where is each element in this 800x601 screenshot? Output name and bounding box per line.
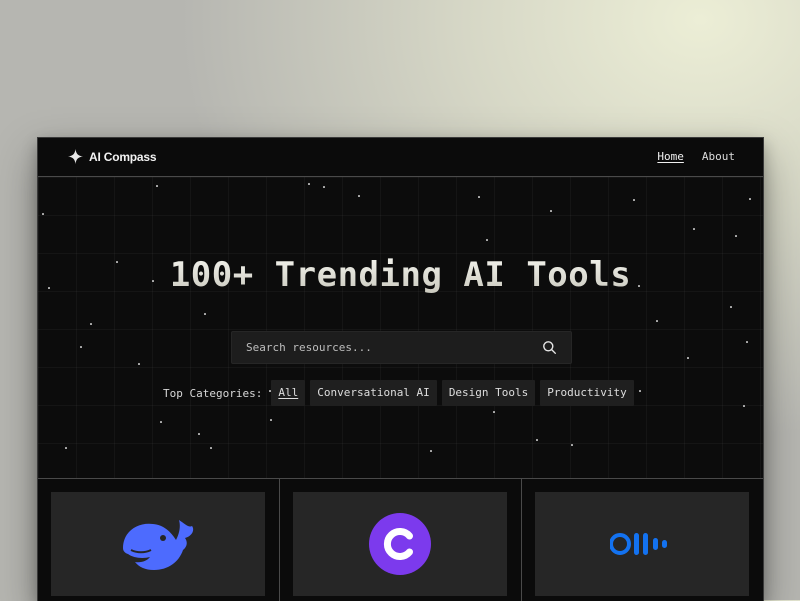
search-bar [231, 331, 572, 364]
category-chip-label: Conversational AI [317, 386, 430, 399]
category-chip-productivity[interactable]: Productivity [540, 380, 634, 406]
category-chip-label: Productivity [547, 386, 627, 399]
hero-section: 100+ Trending AI Tools Top Categories: A… [38, 177, 763, 479]
top-navbar: AI Compass Home About [38, 138, 763, 177]
tool-card-grid [38, 479, 763, 601]
tool-card[interactable] [280, 479, 522, 601]
waveform-logo-icon [610, 533, 667, 555]
category-chip-conversational-ai[interactable]: Conversational AI [310, 380, 437, 406]
logo[interactable]: AI Compass [68, 149, 157, 164]
main-nav: Home About [657, 150, 735, 163]
category-filter: Top Categories: All Conversational AI De… [163, 380, 634, 406]
tool-card-thumbnail[interactable] [293, 492, 507, 596]
app-window: AI Compass Home About 100+ Trending AI T… [37, 137, 764, 601]
logo-text: AI Compass [89, 149, 157, 164]
tool-card[interactable] [522, 479, 763, 601]
sparkle-icon [68, 149, 83, 164]
letter-c-logo-icon [369, 513, 431, 575]
category-chip-label: Design Tools [448, 386, 529, 399]
hero-title: 100+ Trending AI Tools [38, 255, 763, 295]
category-chip-all[interactable]: All [271, 380, 306, 406]
category-chip-label: All [278, 386, 299, 399]
categories-label: Top Categories: [163, 386, 263, 400]
nav-link-about[interactable]: About [702, 150, 735, 163]
tool-card[interactable] [38, 479, 280, 601]
tool-card-thumbnail[interactable] [535, 492, 749, 596]
whale-logo-icon [123, 520, 194, 570]
starfield-background [38, 177, 763, 478]
category-chip-design-tools[interactable]: Design Tools [441, 380, 536, 406]
nav-link-home[interactable]: Home [657, 150, 684, 163]
tool-card-thumbnail[interactable] [51, 492, 265, 596]
search-input[interactable] [232, 332, 536, 363]
search-icon[interactable] [542, 340, 557, 355]
